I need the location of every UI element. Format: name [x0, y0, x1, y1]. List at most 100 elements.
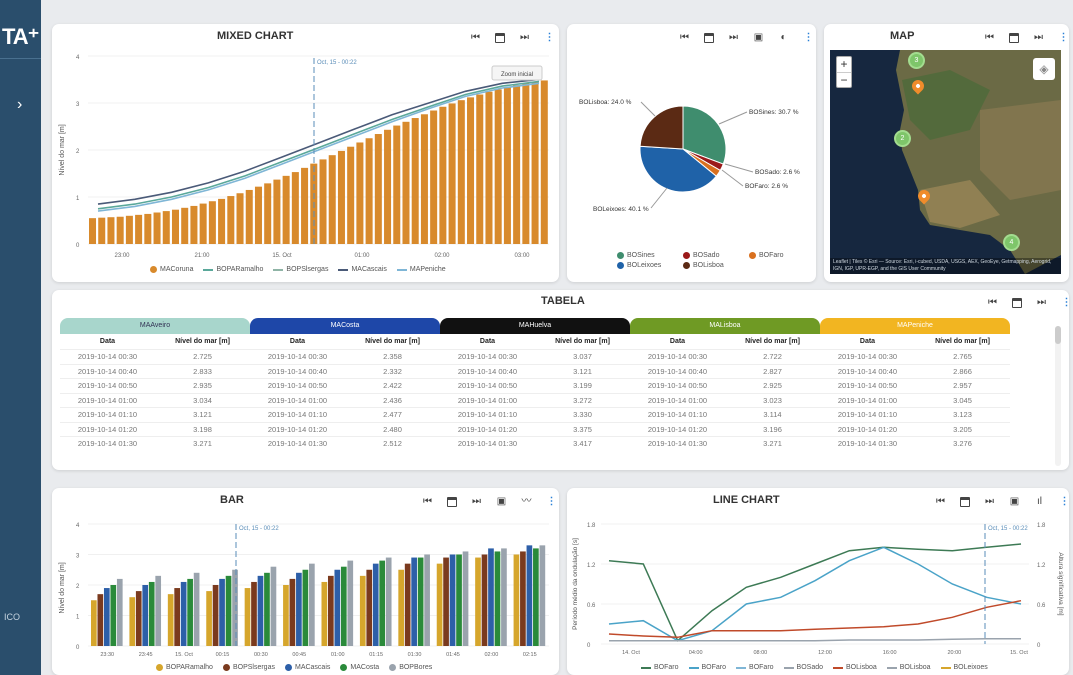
chart-bar [321, 581, 328, 646]
map-cluster-marker[interactable]: 2 [894, 130, 911, 147]
chart-bar [462, 551, 469, 646]
mixed-chart-card: MIXED CHART ⏮ ⏭ ⋮ 4 3 2 1 0 Nível do mar [m] 2… [52, 24, 559, 282]
legend-swatch [641, 666, 651, 669]
legend-item[interactable]: BOPARamalho [203, 266, 263, 273]
x-tick-label: 16:00 [883, 650, 897, 656]
table-cell: 2.866 [915, 363, 1010, 379]
table-cell: 2.935 [155, 378, 250, 393]
table-column-header[interactable]: Nível do mar [m] [345, 334, 440, 349]
legend-swatch [389, 664, 397, 671]
table-column-header[interactable]: Nível do mar [m] [155, 334, 250, 349]
table-column-header[interactable]: Data [250, 334, 345, 349]
legend-item[interactable]: MAPeniche [396, 266, 446, 273]
table-cell: 2.477 [345, 407, 440, 422]
map-terrain [896, 50, 1061, 274]
table-column-header[interactable]: Data [630, 334, 725, 349]
legend-item[interactable]: BOPSlsergas [273, 266, 328, 273]
x-tick-label: 01:15 [369, 652, 383, 658]
zoom-in-button[interactable]: + [837, 57, 851, 72]
zoom-out-button[interactable]: − [837, 72, 851, 87]
chart-bar [522, 83, 530, 244]
legend-label: BOPSlsergas [286, 266, 329, 273]
y-tick-label: 4 [76, 55, 80, 61]
y2-tick-label: 1.2 [1037, 563, 1046, 569]
legend-item[interactable]: BOLeixoes [940, 664, 988, 671]
legend-swatch [683, 262, 690, 269]
y-tick-label: 2 [76, 584, 80, 590]
map-cluster-marker[interactable]: 3 [908, 52, 925, 69]
calendar-icon[interactable] [1009, 32, 1019, 43]
more-menu-icon[interactable]: ⋮ [1061, 297, 1070, 308]
x-tick-label: 14. Oct [622, 650, 640, 656]
chart-bar [212, 585, 219, 646]
chart-bar [366, 569, 373, 646]
legend-item[interactable]: BOLeixoes [617, 262, 669, 269]
legend-item[interactable]: BOSado [683, 252, 735, 259]
chart-bar [116, 578, 123, 646]
table-column-header[interactable]: Data [440, 334, 535, 349]
legend-item[interactable]: BOFaro [641, 664, 679, 671]
legend-item[interactable]: BOLisboa [683, 262, 735, 269]
table-column-header[interactable]: Data [820, 334, 915, 349]
map-view[interactable]: + − ◈ 3 2 4 Leaflet | Tiles © Esri — Sou… [830, 50, 1061, 274]
legend-item[interactable]: BOPBores [389, 664, 432, 671]
bar-chart-plot[interactable]: 4 3 2 1 0 Nível do mar [m] 23:30 23:45 15. Oct 00… [52, 488, 559, 675]
more-menu-icon[interactable]: ⋮ [1058, 32, 1069, 43]
table-cell: 2019-10-14 01:30 [820, 436, 915, 451]
table-cell: 2019-10-14 01:20 [250, 421, 345, 437]
chart-bar [264, 572, 270, 646]
legend-item[interactable]: BOLisboa [886, 664, 931, 671]
legend-swatch [688, 666, 699, 669]
x-tick-label: 23:00 [114, 253, 130, 259]
mixed-chart-plot[interactable]: 4 3 2 1 0 Nível do mar [m] 23:00 21:00 15. Oct 01… [52, 24, 559, 282]
x-tick-label: 12:00 [818, 650, 832, 656]
table-group-header: MALisboa [630, 318, 820, 334]
legend-item[interactable]: BOPARamalho [156, 664, 213, 671]
scrollbar-thumb[interactable] [1055, 326, 1061, 344]
table-cell: 3.271 [725, 436, 820, 451]
pie-chart-plot[interactable]: BOLisboa: 24.0 % BOSines: 30.7 % BOSado: 2… [567, 24, 816, 249]
legend-item[interactable]: BOLisboa [833, 664, 877, 671]
skip-forward-icon[interactable]: ⏭ [1036, 297, 1047, 308]
table-cell: 2019-10-14 00:40 [440, 363, 535, 379]
table-cell: 2019-10-14 00:40 [60, 363, 155, 379]
table-cell: 3.037 [535, 349, 630, 364]
table-cell: 2019-10-14 01:00 [250, 392, 345, 408]
line-chart-plot[interactable]: 1.8 1.2 0.6 0 1.8 1.2 0.6 0 Período médio da ond… [567, 488, 1069, 675]
table-cell: 3.123 [915, 407, 1010, 422]
skip-forward-icon[interactable]: ⏭ [1033, 32, 1044, 43]
table-column-header[interactable]: Data [60, 334, 155, 349]
table-column-header[interactable]: Nível do mar [m] [535, 334, 630, 349]
legend-item[interactable]: MACascais [338, 266, 387, 273]
legend-item[interactable]: BOFaro [749, 252, 801, 259]
legend-label: BOLisboa [846, 664, 877, 671]
legend-item[interactable]: MACascais [284, 664, 330, 671]
table-column-header[interactable]: Nível do mar [m] [915, 334, 1010, 349]
legend-label: BOSado [796, 664, 824, 671]
table-scrollbar[interactable] [1055, 326, 1061, 466]
table-row: 2019-10-14 01:00 3.034 2019-10-14 01:00 2.4… [60, 392, 1057, 408]
legend-item[interactable]: BOFaro [688, 664, 726, 671]
chart-bar [193, 572, 200, 646]
legend-item[interactable]: BOPSlsergas [222, 664, 275, 671]
table-cell: 2.725 [155, 349, 250, 364]
legend-item[interactable]: BOFaro [736, 664, 774, 671]
table-column-header[interactable]: Nível do mar [m] [725, 334, 820, 349]
legend-item[interactable]: BOSado [783, 664, 824, 671]
calendar-icon[interactable] [1012, 297, 1022, 308]
table-cell: 3.196 [725, 421, 820, 437]
table-cell: 2019-10-14 00:50 [60, 378, 155, 393]
skip-back-icon[interactable]: ⏮ [987, 297, 998, 308]
chart-bar [402, 121, 410, 244]
chart-bar [89, 218, 97, 244]
map-attribution: Leaflet | Tiles © Esri — Source: Esri, i… [830, 258, 1061, 274]
legend-item[interactable]: BOSines [617, 252, 669, 259]
series-line [608, 599, 1022, 639]
legend-item[interactable]: MACoruna [150, 266, 193, 273]
map-cluster-marker[interactable]: 4 [1003, 234, 1020, 251]
layers-icon[interactable]: ◈ [1033, 58, 1055, 80]
legend-item[interactable]: MACosta [340, 664, 379, 671]
sidebar-toggle-icon[interactable]: › [17, 96, 22, 114]
chart-bar [103, 588, 110, 646]
skip-back-icon[interactable]: ⏮ [984, 32, 995, 43]
